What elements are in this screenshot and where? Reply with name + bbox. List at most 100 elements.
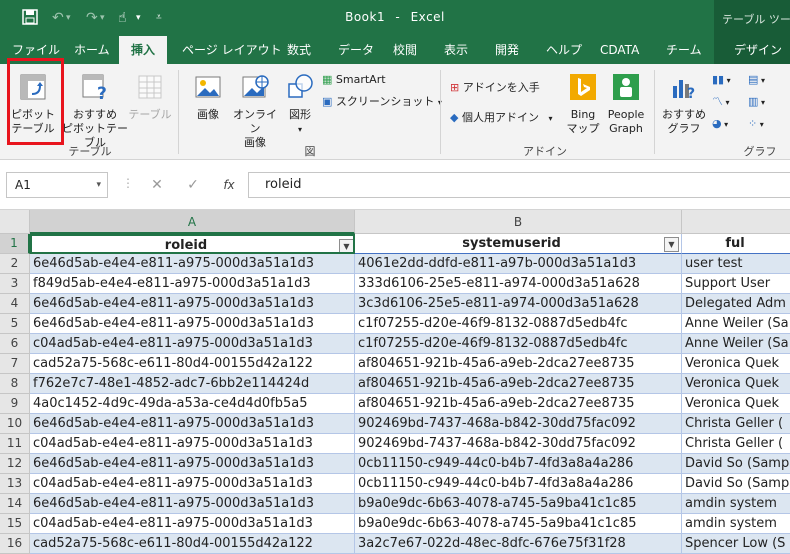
- table-cell[interactable]: Veronica Quek: [682, 394, 790, 414]
- header-cell-systemuserid[interactable]: systemuserid ▼: [355, 234, 682, 254]
- tab-insert[interactable]: 挿入: [119, 36, 167, 64]
- row-header[interactable]: 12: [0, 454, 30, 474]
- tab-help[interactable]: ヘルプ: [546, 36, 582, 64]
- table-cell[interactable]: c04ad5ab-e4e4-e811-a975-000d3a51a1d3: [30, 334, 355, 354]
- recommended-pivot-button[interactable]: ? おすすめ ピボットテーブル: [60, 72, 130, 150]
- table-cell[interactable]: b9a0e9dc-6b63-4078-a745-5a9ba41c1c85: [355, 494, 682, 514]
- table-cell[interactable]: 6e46d5ab-e4e4-e811-a975-000d3a51a1d3: [30, 414, 355, 434]
- tab-formulas[interactable]: 数式: [287, 36, 311, 64]
- statistic-chart-button[interactable]: ▥ ▾: [748, 94, 765, 111]
- table-cell[interactable]: c04ad5ab-e4e4-e811-a975-000d3a51a1d3: [30, 474, 355, 494]
- header-cell-roleid[interactable]: roleid ▼: [30, 234, 355, 254]
- table-cell[interactable]: Christa Geller (: [682, 434, 790, 454]
- table-cell[interactable]: Christa Geller (: [682, 414, 790, 434]
- screenshot-button[interactable]: ▣ スクリーンショット ▾: [322, 94, 442, 111]
- row-header[interactable]: 7: [0, 354, 30, 374]
- online-image-button[interactable]: オンライン 画像: [230, 72, 280, 150]
- tab-team[interactable]: チーム: [666, 36, 702, 64]
- table-cell[interactable]: David So (Samp: [682, 474, 790, 494]
- pie-chart-button[interactable]: ◕ ▾: [712, 116, 728, 133]
- name-box-dropdown-icon[interactable]: ▾: [96, 173, 101, 197]
- row-header[interactable]: 6: [0, 334, 30, 354]
- column-chart-button[interactable]: ▮▮ ▾: [712, 72, 731, 89]
- select-all-corner[interactable]: [0, 210, 30, 234]
- table-cell[interactable]: cad52a75-568c-e611-80d4-00155d42a122: [30, 534, 355, 554]
- table-cell[interactable]: 3c3d6106-25e5-e811-a974-000d3a51a628: [355, 294, 682, 314]
- row-header[interactable]: 13: [0, 474, 30, 494]
- row-header[interactable]: 10: [0, 414, 30, 434]
- table-cell[interactable]: f849d5ab-e4e4-e811-a975-000d3a51a1d3: [30, 274, 355, 294]
- table-cell[interactable]: c1f07255-d20e-46f9-8132-0887d5edb4fc: [355, 334, 682, 354]
- recommended-charts-button[interactable]: ? おすすめ グラフ: [660, 72, 708, 136]
- tab-data[interactable]: データ: [338, 36, 374, 64]
- table-cell[interactable]: Delegated Adm: [682, 294, 790, 314]
- insert-function-button[interactable]: fx: [218, 172, 240, 198]
- table-cell[interactable]: f762e7c7-48e1-4852-adc7-6bb2e114424d: [30, 374, 355, 394]
- table-cell[interactable]: c1f07255-d20e-46f9-8132-0887d5edb4fc: [355, 314, 682, 334]
- scatter-chart-button[interactable]: ⁘ ▾: [748, 116, 764, 133]
- bing-maps-button[interactable]: Bing マップ: [564, 72, 602, 136]
- table-button[interactable]: テーブル: [128, 72, 172, 122]
- table-cell[interactable]: af804651-921b-45a6-a9eb-2dca27ee8735: [355, 394, 682, 414]
- tab-view[interactable]: 表示: [444, 36, 468, 64]
- table-cell[interactable]: 6e46d5ab-e4e4-e811-a975-000d3a51a1d3: [30, 294, 355, 314]
- table-cell[interactable]: 4a0c1452-4d9c-49da-a53a-ce4d4d0fb5a5: [30, 394, 355, 414]
- table-cell[interactable]: c04ad5ab-e4e4-e811-a975-000d3a51a1d3: [30, 514, 355, 534]
- table-cell[interactable]: David So (Samp: [682, 454, 790, 474]
- image-button[interactable]: 画像: [188, 72, 228, 122]
- row-header[interactable]: 5: [0, 314, 30, 334]
- row-header[interactable]: 11: [0, 434, 30, 454]
- tab-page-layout[interactable]: ページ レイアウト: [182, 36, 282, 64]
- row-header[interactable]: 3: [0, 274, 30, 294]
- confirm-entry-button[interactable]: ✓: [182, 172, 204, 198]
- table-cell[interactable]: Support User: [682, 274, 790, 294]
- table-cell[interactable]: 4061e2dd-ddfd-e811-a97b-000d3a51a1d3: [355, 254, 682, 274]
- table-cell[interactable]: 902469bd-7437-468a-b842-30dd75fac092: [355, 434, 682, 454]
- table-cell[interactable]: Veronica Quek: [682, 354, 790, 374]
- header-cell-fullname[interactable]: ful: [682, 234, 790, 254]
- table-cell[interactable]: af804651-921b-45a6-a9eb-2dca27ee8735: [355, 354, 682, 374]
- table-cell[interactable]: Veronica Quek: [682, 374, 790, 394]
- row-header[interactable]: 16: [0, 534, 30, 554]
- worksheet-grid[interactable]: A B 1 roleid ▼ systemuserid ▼ ful 2 6e46d5ab-e4…: [0, 210, 790, 554]
- filter-dropdown-icon[interactable]: ▼: [339, 239, 353, 252]
- smartart-button[interactable]: ▦ SmartArt: [322, 72, 386, 88]
- row-header[interactable]: 14: [0, 494, 30, 514]
- cancel-entry-button[interactable]: ✕: [146, 172, 168, 198]
- row-header[interactable]: 4: [0, 294, 30, 314]
- tab-developer[interactable]: 開発: [495, 36, 519, 64]
- row-header[interactable]: 15: [0, 514, 30, 534]
- column-header-c[interactable]: [682, 210, 790, 234]
- my-addins-button[interactable]: ◆ 個人用アドイン ▾: [450, 110, 552, 127]
- tab-home[interactable]: ホーム: [74, 36, 110, 64]
- people-graph-button[interactable]: People Graph: [604, 72, 648, 136]
- table-cell[interactable]: 333d6106-25e5-e811-a974-000d3a51a628: [355, 274, 682, 294]
- table-cell[interactable]: Spencer Low (S: [682, 534, 790, 554]
- table-cell[interactable]: Anne Weiler (Sa: [682, 334, 790, 354]
- table-cell[interactable]: amdin system: [682, 514, 790, 534]
- table-cell[interactable]: c04ad5ab-e4e4-e811-a975-000d3a51a1d3: [30, 434, 355, 454]
- table-cell[interactable]: user test: [682, 254, 790, 274]
- formula-input[interactable]: roleid: [248, 172, 790, 198]
- row-header[interactable]: 9: [0, 394, 30, 414]
- line-chart-button[interactable]: 〽 ▾: [712, 94, 730, 111]
- table-cell[interactable]: 902469bd-7437-468a-b842-30dd75fac092: [355, 414, 682, 434]
- table-cell[interactable]: 6e46d5ab-e4e4-e811-a975-000d3a51a1d3: [30, 314, 355, 334]
- row-header[interactable]: 2: [0, 254, 30, 274]
- filter-dropdown-icon[interactable]: ▼: [664, 237, 679, 252]
- hierarchy-chart-button[interactable]: ▤ ▾: [748, 72, 765, 89]
- tab-review[interactable]: 校閲: [393, 36, 417, 64]
- row-header[interactable]: 8: [0, 374, 30, 394]
- table-cell[interactable]: 6e46d5ab-e4e4-e811-a975-000d3a51a1d3: [30, 494, 355, 514]
- table-cell[interactable]: 6e46d5ab-e4e4-e811-a975-000d3a51a1d3: [30, 454, 355, 474]
- table-cell[interactable]: 3a2c7e67-022d-48ec-8dfc-676e75f31f28: [355, 534, 682, 554]
- table-cell[interactable]: Anne Weiler (Sa: [682, 314, 790, 334]
- table-cell[interactable]: cad52a75-568c-e611-80d4-00155d42a122: [30, 354, 355, 374]
- table-cell[interactable]: af804651-921b-45a6-a9eb-2dca27ee8735: [355, 374, 682, 394]
- get-addins-button[interactable]: ⊞ アドインを入手: [450, 80, 540, 96]
- name-box[interactable]: A1 ▾: [6, 172, 108, 198]
- shapes-button[interactable]: 図形 ▾: [282, 72, 318, 137]
- tab-design[interactable]: デザイン: [714, 36, 790, 64]
- row-header[interactable]: 1: [0, 234, 30, 254]
- column-header-b[interactable]: B: [355, 210, 682, 234]
